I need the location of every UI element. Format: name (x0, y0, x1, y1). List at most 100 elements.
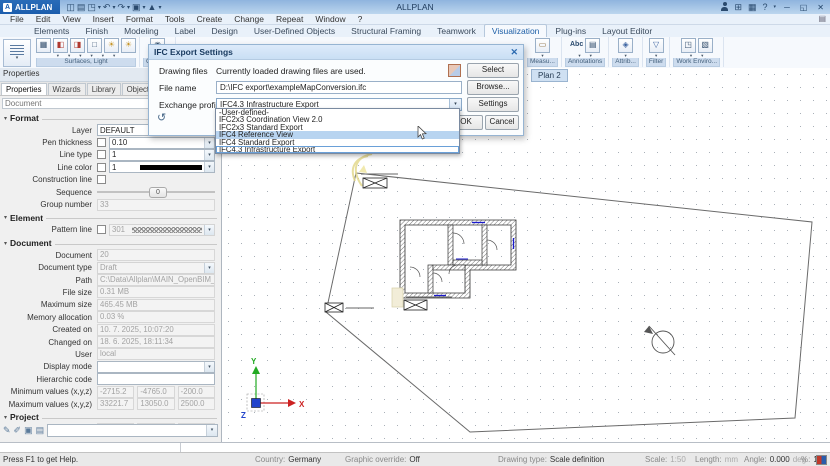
open-file-icon[interactable]: ▤ (77, 2, 86, 13)
menu-item-0[interactable]: File (4, 14, 30, 24)
light-icon[interactable]: ☀ (104, 38, 119, 53)
transfer-parameters-icon[interactable]: ✐ (14, 425, 22, 436)
menu-item-5[interactable]: Tools (159, 14, 191, 24)
menu-item-4[interactable]: Format (120, 14, 159, 24)
collapse-icon[interactable]: ▾ (4, 115, 7, 122)
palette-tab-wizards[interactable]: Wizards (48, 83, 86, 95)
tab-plug-ins[interactable]: Plug-ins (547, 24, 594, 37)
section-header-document[interactable]: ▾Document (0, 236, 221, 249)
new-window-icon[interactable]: ◫ (66, 2, 75, 13)
browse-button[interactable]: Browse... (467, 80, 519, 95)
survey-marker[interactable] (363, 178, 387, 188)
dialog-line-input[interactable] (0, 442, 830, 452)
menu-item-2[interactable]: View (56, 14, 86, 24)
drawing-files-icon[interactable] (448, 64, 461, 77)
menu-item-9[interactable]: Window (309, 14, 351, 24)
palette-bottom-combobox[interactable]: ▾ (47, 424, 218, 437)
tab-modeling[interactable]: Modeling (116, 24, 167, 37)
restore-button[interactable]: ◱ (798, 3, 810, 12)
annotation-sheet-icon[interactable]: ▤ (585, 38, 600, 53)
line-color-select[interactable]: 1▾ (109, 161, 215, 173)
tab-finish[interactable]: Finish (77, 24, 116, 37)
ruler-icon[interactable]: ▭ (535, 38, 550, 53)
cancel-button[interactable]: Cancel (485, 115, 519, 130)
filter-funnel-icon[interactable]: ▽ (649, 38, 664, 53)
select-button[interactable]: Select (467, 63, 519, 78)
hierarchic-code-field[interactable] (97, 373, 215, 385)
reset-icon[interactable]: ↺ (157, 111, 166, 124)
collapse-icon[interactable]: ▾ (4, 240, 7, 247)
chevron-down-icon[interactable]: ▾ (204, 150, 214, 160)
line-color-checkbox[interactable] (97, 163, 106, 172)
dropdown-item[interactable]: IFC2x3 Coordination View 2.0 (216, 116, 459, 123)
palette-tab-library[interactable]: Library (87, 83, 121, 95)
menu-item-3[interactable]: Insert (87, 14, 120, 24)
tab-label[interactable]: Label (167, 24, 204, 37)
chevron-down-icon[interactable]: ▾ (204, 162, 214, 172)
minimize-button[interactable]: ─ (782, 3, 792, 12)
dialog-close-icon[interactable]: ✕ (510, 47, 518, 58)
surface-area-icon[interactable]: ◨ (70, 38, 85, 53)
surface-plain-icon[interactable]: □ (87, 38, 102, 53)
chevron-down-icon[interactable]: ▾ (204, 138, 214, 148)
settings-button[interactable]: Settings (467, 97, 519, 112)
line-type-select[interactable]: 1▾ (109, 149, 215, 161)
file-name-input[interactable]: D:\IFC export\exampleMapConversion.ifc (216, 81, 462, 94)
menu-item-6[interactable]: Create (191, 14, 229, 24)
undo-icon[interactable]: ↶ (103, 2, 111, 13)
copy-icon[interactable]: ▣ (132, 2, 141, 13)
settings-icon[interactable]: ▲ (148, 2, 157, 12)
pen-thickness-checkbox[interactable] (97, 138, 106, 147)
menu-item-7[interactable]: Change (228, 14, 270, 24)
apps-grid-icon[interactable]: ⊞ (734, 2, 742, 13)
line-type-checkbox[interactable] (97, 150, 106, 159)
apply-properties-icon[interactable]: ▤ (36, 425, 45, 436)
help-icon[interactable]: ? (763, 2, 768, 12)
light-project-icon[interactable]: ☀ (121, 38, 136, 53)
menu-overflow-icon[interactable]: ▤ (818, 14, 826, 23)
section-header-element[interactable]: ▾Element (0, 211, 221, 224)
attributes-icon[interactable]: ◈ (618, 38, 633, 53)
collapse-icon[interactable]: ▾ (4, 214, 7, 221)
objects-list-button[interactable]: ▾ (3, 39, 31, 67)
close-button[interactable]: ✕ (815, 3, 826, 12)
chevron-down-icon[interactable]: ▾ (204, 362, 214, 372)
dropdown-item[interactable]: -User-defined- (216, 109, 459, 116)
collapse-icon[interactable]: ▾ (4, 414, 7, 421)
survey-marker[interactable] (404, 300, 427, 310)
shop-icon[interactable]: ▦ (748, 2, 757, 13)
redo-icon[interactable]: ↷ (117, 2, 125, 13)
chevron-down-icon[interactable]: ▾ (206, 425, 217, 436)
display-mode-select[interactable]: ▾ (97, 361, 215, 373)
tab-user-defined-objects[interactable]: User-Defined Objects (246, 24, 343, 37)
pick-up-properties-icon[interactable]: ▣ (24, 425, 33, 436)
abc-text-icon[interactable]: Abc (570, 39, 583, 52)
user-icon[interactable] (721, 7, 728, 11)
environment-settings-icon[interactable]: ▧ (698, 38, 713, 53)
work-environment-icon[interactable]: ◳ (681, 38, 696, 53)
dropdown-item[interactable]: IFC4.3 Infrastructure Export (216, 146, 459, 153)
menu-item-10[interactable]: ? (352, 14, 369, 24)
save-icon[interactable]: ◳ (87, 2, 96, 13)
tab-structural-framing[interactable]: Structural Framing (343, 24, 429, 37)
menu-item-8[interactable]: Repeat (270, 14, 309, 24)
surface-red-icon[interactable]: ◧ (53, 38, 68, 53)
tab-design[interactable]: Design (203, 24, 245, 37)
drawing-tab-plan2[interactable]: Plan 2 (531, 69, 568, 82)
survey-marker[interactable] (325, 303, 343, 312)
construction-line-checkbox[interactable] (97, 175, 106, 184)
chevron-down-icon[interactable]: ▾ (774, 4, 777, 10)
dialog-title-bar[interactable]: IFC Export Settings ✕ (149, 45, 523, 60)
tab-elements[interactable]: Elements (26, 24, 77, 37)
menu-item-1[interactable]: Edit (30, 14, 57, 24)
floor-plan[interactable] (392, 220, 516, 307)
pen-thickness-select[interactable]: 0.10▾ (109, 137, 215, 149)
surface-settings-icon[interactable]: ▦ (36, 38, 51, 53)
match-parameters-icon[interactable]: ✎ (3, 425, 11, 436)
slider-thumb[interactable]: 0 (149, 187, 167, 198)
sequence-slider[interactable]: 0 (97, 191, 215, 193)
tab-visualization[interactable]: Visualization (484, 24, 548, 37)
tab-teamwork[interactable]: Teamwork (429, 24, 484, 37)
north-arrow-symbol[interactable] (644, 326, 675, 355)
tab-layout-editor[interactable]: Layout Editor (594, 24, 660, 37)
